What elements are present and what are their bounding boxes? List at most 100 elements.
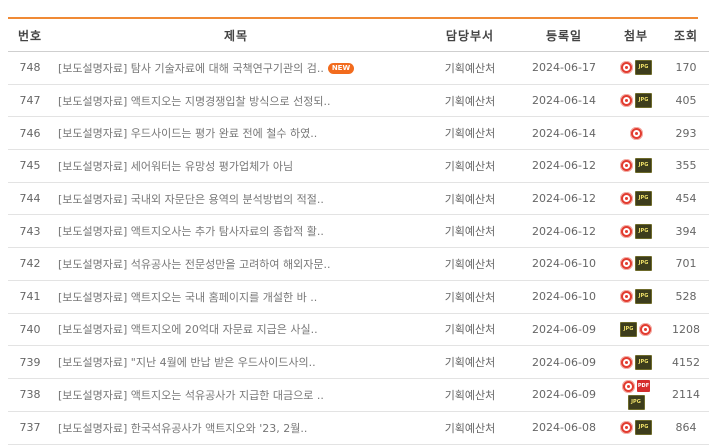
jpg-icon[interactable] bbox=[635, 289, 652, 305]
row-views: 528 bbox=[663, 280, 709, 314]
row-title-link[interactable]: [보도설명자료] "지난 4월에 반납 받은 우드사이드사의.. bbox=[58, 356, 316, 369]
attachment-icons bbox=[613, 256, 659, 272]
jpg-icon[interactable] bbox=[635, 354, 652, 370]
row-title-link[interactable]: [보도설명자료] 한국석유공사가 액트지오와 '23, 2월.. bbox=[58, 422, 307, 435]
table-row: 737 [보도설명자료] 한국석유공사가 액트지오와 '23, 2월.. 기획예산처… bbox=[8, 411, 709, 445]
pdf-icon[interactable] bbox=[620, 192, 633, 206]
row-attachments bbox=[609, 247, 663, 281]
row-date: 2024-06-17 bbox=[519, 51, 609, 85]
row-title-cell: [보도설명자료] 국내외 자문단은 용역의 분석방법의 적절.. bbox=[52, 182, 421, 216]
row-title-cell: [보도설명자료] 액트지오에 20억대 자문료 지급은 사실.. bbox=[52, 313, 421, 347]
row-date: 2024-06-09 bbox=[519, 378, 609, 412]
table-row: 740 [보도설명자료] 액트지오에 20억대 자문료 지급은 사실.. 기획예산처… bbox=[8, 313, 709, 347]
pdf-file-icon[interactable] bbox=[637, 380, 650, 393]
row-title-cell: [보도설명자료] 액트지오사는 추가 탐사자료의 종합적 활.. bbox=[52, 214, 421, 249]
jpg-icon[interactable] bbox=[635, 191, 652, 207]
board-list: 번호 제목 담당부서 등록일 첨부 조회 748 [보도설명자료] 탐사 기술자료… bbox=[8, 0, 709, 445]
row-views: 454 bbox=[663, 182, 709, 216]
attachment-icons bbox=[613, 379, 659, 410]
row-title-link[interactable]: [보도설명자료] 액트지오는 지명경쟁입찰 방식으로 선정되.. bbox=[58, 95, 330, 108]
row-date: 2024-06-12 bbox=[519, 182, 609, 216]
pdf-icon[interactable] bbox=[639, 322, 652, 336]
row-date: 2024-06-12 bbox=[519, 149, 609, 183]
jpg-icon[interactable] bbox=[620, 321, 637, 337]
row-dept: 기획예산처 bbox=[421, 345, 519, 379]
row-date: 2024-06-10 bbox=[519, 280, 609, 314]
new-badge: NEW bbox=[327, 63, 355, 75]
pdf-icon[interactable] bbox=[620, 94, 633, 108]
jpg-icon[interactable] bbox=[627, 394, 645, 410]
row-title-link[interactable]: [보도설명자료] 석유공사는 전문성만을 고려하여 해외자문.. bbox=[58, 258, 330, 271]
jpg-icon[interactable] bbox=[635, 223, 652, 239]
row-number: 747 bbox=[8, 84, 52, 118]
row-views: 2114 bbox=[663, 378, 709, 412]
row-title-link[interactable]: [보도설명자료] 액트지오에 20억대 자문료 지급은 사실.. bbox=[58, 323, 318, 336]
row-attachments bbox=[609, 149, 663, 183]
row-date: 2024-06-09 bbox=[519, 345, 609, 379]
attachment-icons bbox=[613, 321, 659, 337]
pdf-icon[interactable] bbox=[620, 61, 633, 75]
row-views: 355 bbox=[663, 149, 709, 183]
jpg-icon[interactable] bbox=[635, 158, 652, 174]
row-views: 394 bbox=[663, 214, 709, 249]
row-date: 2024-06-14 bbox=[519, 116, 609, 151]
row-title-link[interactable]: [보도설명자료] 세어워터는 유망성 평가업체가 아님 bbox=[58, 160, 293, 173]
row-title-cell: [보도설명자료] 액트지오는 석유공사가 지급한 대금으로 .. bbox=[52, 378, 421, 412]
row-title-link[interactable]: [보도설명자료] 액트지오사는 추가 탐사자료의 종합적 활.. bbox=[58, 225, 324, 238]
table-row: 741 [보도설명자료] 액트지오는 국내 홈페이지를 개설한 바 .. 기획예산처… bbox=[8, 280, 709, 314]
pdf-icon[interactable] bbox=[622, 379, 635, 393]
row-number: 742 bbox=[8, 247, 52, 281]
jpg-icon[interactable] bbox=[635, 93, 652, 109]
table-row: 745 [보도설명자료] 세어워터는 유망성 평가업체가 아님 기획예산처 2024-… bbox=[8, 149, 709, 183]
row-date: 2024-06-14 bbox=[519, 84, 609, 118]
row-attachments bbox=[609, 280, 663, 314]
header-num: 번호 bbox=[8, 19, 52, 52]
table-row: 747 [보도설명자료] 액트지오는 지명경쟁입찰 방식으로 선정되.. 기획예산처… bbox=[8, 84, 709, 118]
attachment-icons bbox=[613, 126, 659, 140]
attachment-icons bbox=[613, 158, 659, 174]
table-row: 748 [보도설명자료] 탐사 기술자료에 대해 국책연구기관의 검.. NEW 기획… bbox=[8, 51, 709, 85]
pdf-icon[interactable] bbox=[629, 126, 643, 140]
pdf-icon[interactable] bbox=[620, 290, 633, 304]
attachment-icons bbox=[613, 93, 659, 109]
jpg-icon[interactable] bbox=[635, 60, 652, 76]
row-title-link[interactable]: [보도설명자료] 우드사이드는 평가 완료 전에 철수 하였.. bbox=[58, 127, 317, 140]
header-date: 등록일 bbox=[519, 19, 609, 52]
row-dept: 기획예산처 bbox=[421, 116, 519, 151]
row-date: 2024-06-12 bbox=[519, 214, 609, 249]
row-attachments bbox=[609, 84, 663, 118]
table-row: 743 [보도설명자료] 액트지오사는 추가 탐사자료의 종합적 활.. 기획예산처… bbox=[8, 214, 709, 249]
header-title: 제목 bbox=[52, 19, 421, 52]
pdf-icon[interactable] bbox=[620, 159, 633, 173]
row-title-cell: [보도설명자료] 액트지오는 지명경쟁입찰 방식으로 선정되.. bbox=[52, 84, 421, 118]
table-row: 739 [보도설명자료] "지난 4월에 반납 받은 우드사이드사의.. 기획예산처… bbox=[8, 345, 709, 379]
row-number: 746 bbox=[8, 116, 52, 151]
pdf-icon[interactable] bbox=[620, 421, 633, 435]
row-title-link[interactable]: [보도설명자료] 국내외 자문단은 용역의 분석방법의 적절.. bbox=[58, 193, 324, 206]
row-title-link[interactable]: [보도설명자료] 액트지오는 석유공사가 지급한 대금으로 .. bbox=[58, 389, 324, 402]
row-title-cell: [보도설명자료] 액트지오는 국내 홈페이지를 개설한 바 .. bbox=[52, 280, 421, 314]
pdf-icon[interactable] bbox=[620, 355, 633, 369]
row-dept: 기획예산처 bbox=[421, 411, 519, 445]
row-title-cell: [보도설명자료] 한국석유공사가 액트지오와 '23, 2월.. bbox=[52, 411, 421, 445]
row-dept: 기획예산처 bbox=[421, 280, 519, 314]
row-views: 1208 bbox=[663, 313, 709, 347]
pdf-icon[interactable] bbox=[620, 224, 633, 238]
row-attachments bbox=[609, 345, 663, 379]
jpg-icon[interactable] bbox=[635, 420, 652, 436]
row-attachments bbox=[609, 313, 663, 347]
row-attachments bbox=[609, 411, 663, 445]
row-views: 864 bbox=[663, 411, 709, 445]
row-dept: 기획예산처 bbox=[421, 247, 519, 281]
jpg-icon[interactable] bbox=[635, 256, 652, 272]
row-title-link[interactable]: [보도설명자료] 액트지오는 국내 홈페이지를 개설한 바 .. bbox=[58, 291, 317, 304]
row-title-cell: [보도설명자료] 세어워터는 유망성 평가업체가 아님 bbox=[52, 149, 421, 183]
row-number: 739 bbox=[8, 345, 52, 379]
header-views: 조회 bbox=[663, 19, 709, 52]
row-number: 737 bbox=[8, 411, 52, 445]
row-title-cell: [보도설명자료] "지난 4월에 반납 받은 우드사이드사의.. bbox=[52, 345, 421, 379]
row-views: 170 bbox=[663, 51, 709, 85]
row-title-link[interactable]: [보도설명자료] 탐사 기술자료에 대해 국책연구기관의 검.. bbox=[58, 62, 324, 75]
row-number: 741 bbox=[8, 280, 52, 314]
pdf-icon[interactable] bbox=[620, 257, 633, 271]
